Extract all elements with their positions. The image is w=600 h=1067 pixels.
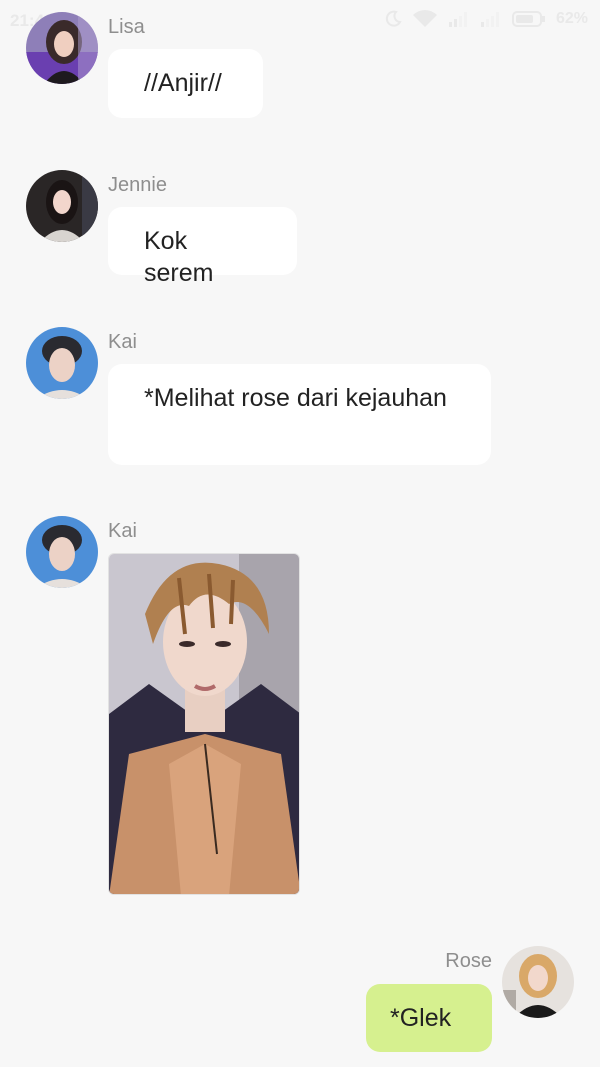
avatar-jennie[interactable]	[26, 170, 98, 242]
status-icons: 62%	[384, 10, 588, 28]
message-bubble[interactable]: *Melihat rose dari kejauhan	[108, 364, 491, 465]
avatar-kai[interactable]	[26, 516, 98, 588]
avatar-lisa[interactable]	[26, 12, 98, 84]
do-not-disturb-icon	[384, 10, 402, 28]
message-bubble[interactable]: //Anjir//	[108, 49, 263, 118]
battery-percentage: 62%	[555, 10, 588, 27]
wifi-icon	[412, 10, 438, 28]
sender-name: Kai	[108, 331, 137, 353]
sender-name: Rose	[445, 950, 492, 972]
signal-icon	[448, 10, 470, 28]
sender-name: Jennie	[108, 174, 167, 196]
sender-name: Kai	[108, 520, 137, 542]
battery-icon	[511, 10, 546, 28]
message-bubble[interactable]: Kok serem	[108, 207, 297, 287]
avatar-kai[interactable]	[26, 327, 98, 399]
message-bubble-mine[interactable]: *Glek	[366, 984, 492, 1052]
photo-message[interactable]	[108, 553, 300, 895]
signal-icon-2	[480, 10, 502, 28]
avatar-rose[interactable]	[502, 946, 574, 1018]
